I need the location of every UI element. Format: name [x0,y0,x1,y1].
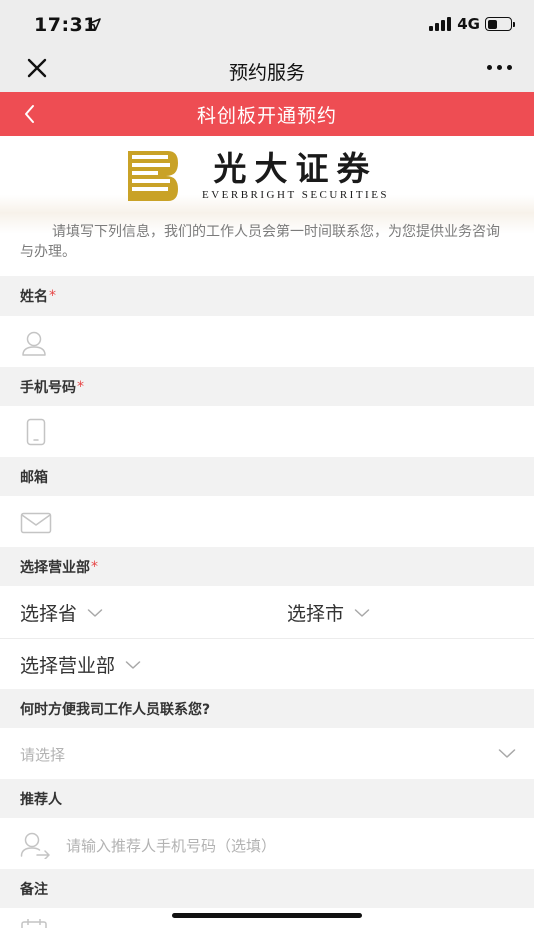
mail-icon [20,512,52,534]
province-select[interactable]: 选择省 [20,599,103,626]
office-select-row: 选择营业部 [0,639,534,689]
page-header: 科创板开通预约 [0,92,534,136]
required-mark: * [49,288,56,304]
phone-field[interactable] [0,406,534,457]
battery-icon [485,17,515,31]
phone-label: 手机号码 * [0,367,534,406]
user-add-icon [20,832,50,859]
more-dots-icon[interactable] [482,65,512,70]
name-field[interactable] [0,316,534,367]
contact-time-select[interactable]: 请选择 [0,728,534,779]
note-label: 备注 [0,869,534,908]
battery-level [487,19,498,29]
branch-label: 选择营业部 * [0,547,534,586]
location-arrow-icon [88,18,101,31]
signal-icon [429,17,453,31]
network-type: 4G [457,15,480,33]
email-label: 邮箱 [0,457,534,496]
page-title: 科创板开通预约 [196,105,337,127]
contact-time-label: 何时方便我司工作人员联系您? [0,689,534,728]
wechat-title: 预约服务 [228,62,305,84]
chevron-down-icon [354,608,370,617]
required-mark: * [91,558,98,575]
region-select-row: 选择省 选择市 [0,586,534,638]
everbright-logo-icon [128,151,178,201]
name-label: 姓名 * [0,276,534,316]
note-icon [21,919,47,928]
brand-name-en: EVERBRIGHT SECURITIES [202,189,390,201]
chevron-down-icon [498,749,516,758]
chevron-down-icon [87,608,103,617]
referrer-label: 推荐人 [0,779,534,818]
user-icon [22,331,46,356]
brand-logo: 光大证券 EVERBRIGHT SECURITIES [128,148,389,204]
office-select[interactable]: 选择营业部 [20,651,141,678]
wechat-nav-bar: 预约服务 [0,46,534,92]
email-field[interactable] [0,496,534,547]
home-indicator[interactable] [172,913,362,918]
status-bar: 17:31 4G [0,0,534,46]
phone-icon [26,418,46,446]
contact-time-placeholder: 请选择 [20,746,66,764]
required-mark: * [77,378,84,395]
referrer-field[interactable]: 请输入推荐人手机号码（选填） [0,818,534,869]
brand-name-cn: 光大证券 [213,149,378,188]
chevron-down-icon [125,660,141,669]
referrer-placeholder: 请输入推荐人手机号码（选填） [66,837,277,855]
status-indicators: 4G [429,15,515,33]
brand-banner: 光大证券 EVERBRIGHT SECURITIES 请填写下列信息，我们的工作… [0,136,534,276]
note-field[interactable] [0,908,534,928]
city-select[interactable]: 选择市 [287,599,370,626]
intro-text: 请填写下列信息，我们的工作人员会第一时间联系您，为您提供业务咨询与办理。 [20,224,500,260]
